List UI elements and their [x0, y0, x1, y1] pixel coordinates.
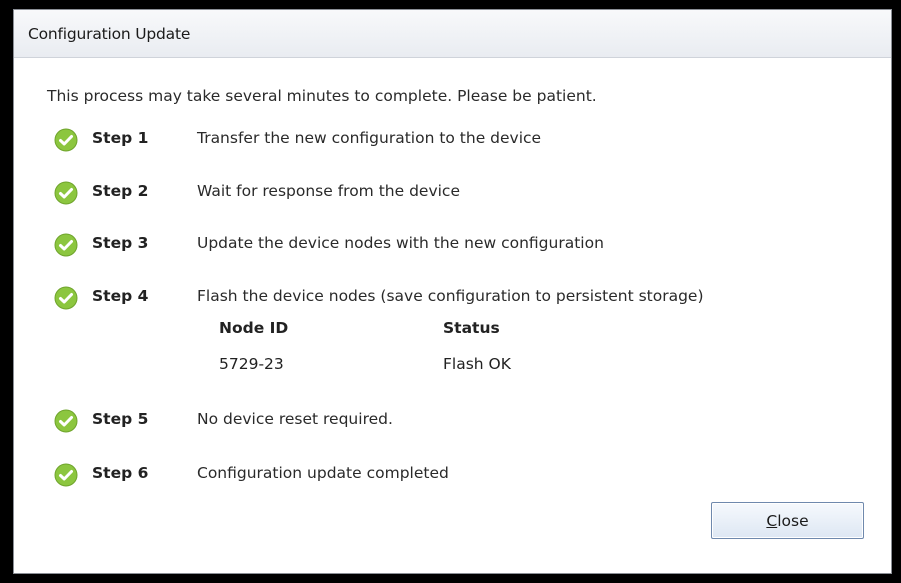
step-description: No device reset required.: [197, 410, 393, 428]
step-description: Configuration update completed: [197, 464, 449, 482]
step-description: Wait for response from the device: [197, 182, 460, 200]
step-label: Step 2: [92, 182, 149, 200]
check-circle-icon: [54, 233, 78, 257]
nodes-header-status: Status: [443, 319, 500, 337]
step-label: Step 5: [92, 410, 149, 428]
step-label: Step 4: [92, 287, 149, 305]
close-button-mnemonic: C: [766, 511, 778, 530]
check-circle-icon: [54, 409, 78, 433]
nodes-header-node-id: Node ID: [219, 319, 289, 337]
step-description: Flash the device nodes (save configurati…: [197, 287, 704, 305]
check-circle-icon: [54, 463, 78, 487]
close-button-label: lose: [777, 511, 809, 530]
step-label: Step 3: [92, 234, 149, 252]
check-circle-icon: [54, 286, 78, 310]
node-id-cell: 5729-23: [219, 355, 284, 373]
intro-text: This process may take several minutes to…: [47, 87, 597, 105]
step-label: Step 1: [92, 129, 149, 147]
dialog-title: Configuration Update: [28, 25, 191, 43]
check-circle-icon: [54, 128, 78, 152]
dialog-titlebar: Configuration Update: [14, 10, 891, 58]
check-circle-icon: [54, 181, 78, 205]
configuration-update-dialog: Configuration Update This process may ta…: [13, 9, 892, 574]
close-button[interactable]: Close: [711, 502, 864, 539]
step-description: Transfer the new configuration to the de…: [197, 129, 542, 147]
step-description: Update the device nodes with the new con…: [197, 234, 604, 252]
step-label: Step 6: [92, 464, 149, 482]
node-status-cell: Flash OK: [443, 355, 511, 373]
